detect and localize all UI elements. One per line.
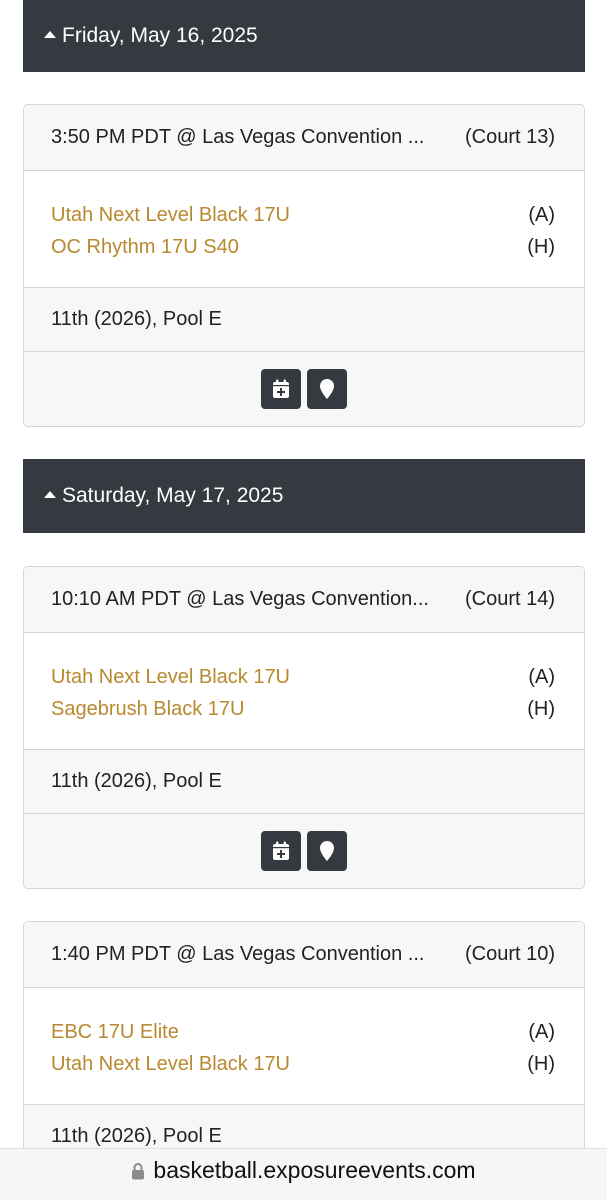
game-actions [24,352,584,426]
map-location-button[interactable] [307,831,347,871]
lock-icon [131,1162,145,1180]
pool-label: 11th (2026), Pool E [51,770,222,792]
game-time[interactable]: 10:10 AM PDT @ Las Vegas Convention... [51,588,429,611]
team-side-label: (H) [527,1053,555,1075]
add-to-calendar-button[interactable] [261,831,301,871]
game-time[interactable]: 3:50 PM PDT @ Las Vegas Convention ... [51,126,424,149]
schedule-page: Friday, May 16, 2025 3:50 PM PDT @ Las V… [0,0,607,1200]
game-time-location: 3:50 PM PDT @ Las Vegas Convention ... (… [24,105,584,171]
calendar-plus-icon [273,379,289,398]
team-link[interactable]: Utah Next Level Black 17U [51,1048,290,1080]
team-row-away: Utah Next Level Black 17U (A) [51,661,555,693]
game-teams: Utah Next Level Black 17U (A) OC Rhythm … [24,171,584,288]
caret-up-icon [44,490,56,498]
team-side-label: (A) [528,204,555,226]
day-header-saturday[interactable]: Saturday, May 17, 2025 [23,459,585,533]
game-teams: Utah Next Level Black 17U (A) Sagebrush … [24,633,584,750]
map-location-button[interactable] [307,369,347,409]
game-court: (Court 14) [464,588,555,610]
team-side-label: (A) [528,1021,555,1043]
team-side-label: (H) [527,236,555,258]
team-side-label: (A) [528,666,555,688]
team-side-label: (H) [527,698,555,720]
map-marker-icon [320,841,334,861]
team-link[interactable]: Utah Next Level Black 17U [51,199,290,231]
game-pool: 11th (2026), Pool E [24,288,584,352]
calendar-plus-icon [273,841,289,860]
add-to-calendar-button[interactable] [261,369,301,409]
team-row-away: EBC 17U Elite (A) [51,1016,555,1048]
team-link[interactable]: Utah Next Level Black 17U [51,661,290,693]
team-row-home: Utah Next Level Black 17U (H) [51,1048,555,1080]
team-link[interactable]: OC Rhythm 17U S40 [51,231,239,263]
team-link[interactable]: EBC 17U Elite [51,1016,179,1048]
day-header-label: Friday, May 16, 2025 [62,24,258,47]
game-court: (Court 13) [464,126,555,148]
caret-up-icon [44,30,56,38]
game-court: (Court 10) [464,943,555,965]
pool-label: 11th (2026), Pool E [51,1125,222,1147]
team-link[interactable]: Sagebrush Black 17U [51,693,244,725]
pool-label: 11th (2026), Pool E [51,308,222,330]
game-pool: 11th (2026), Pool E [24,750,584,814]
team-row-away: Utah Next Level Black 17U (A) [51,199,555,231]
game-teams: EBC 17U Elite (A) Utah Next Level Black … [24,988,584,1105]
team-row-home: Sagebrush Black 17U (H) [51,693,555,725]
browser-url-bar[interactable]: basketball.exposureevents.com [0,1148,607,1200]
day-header-friday[interactable]: Friday, May 16, 2025 [23,0,585,72]
game-card: 10:10 AM PDT @ Las Vegas Convention... (… [23,566,585,889]
url-text: basketball.exposureevents.com [153,1157,476,1183]
team-row-home: OC Rhythm 17U S40 (H) [51,231,555,263]
game-card: 3:50 PM PDT @ Las Vegas Convention ... (… [23,104,585,427]
game-card: 1:40 PM PDT @ Las Vegas Convention ... (… [23,921,585,1181]
game-time[interactable]: 1:40 PM PDT @ Las Vegas Convention ... [51,943,424,966]
map-marker-icon [320,379,334,399]
game-time-location: 10:10 AM PDT @ Las Vegas Convention... (… [24,567,584,633]
game-time-location: 1:40 PM PDT @ Las Vegas Convention ... (… [24,922,584,988]
day-header-label: Saturday, May 17, 2025 [62,484,284,507]
game-actions [24,814,584,888]
